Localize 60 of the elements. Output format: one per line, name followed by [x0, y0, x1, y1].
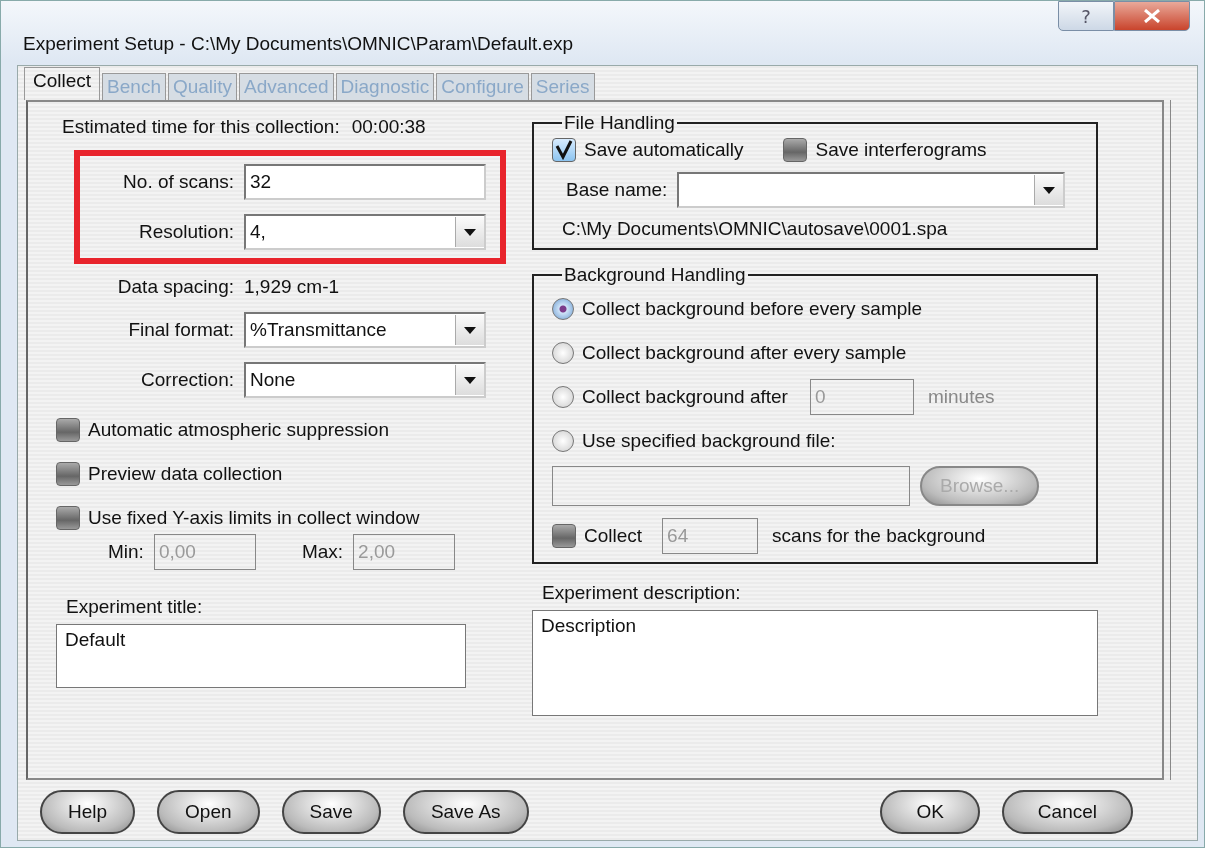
field-label: Min:: [108, 541, 144, 563]
checkbox-label: Save automatically: [584, 139, 744, 161]
checkbox-label: Automatic atmospheric suppression: [88, 419, 389, 441]
tab[interactable]: Collect: [24, 67, 101, 100]
unit-label: minutes: [927, 386, 995, 408]
dialog-button[interactable]: Open: [157, 790, 260, 834]
dialog-button[interactable]: Cancel: [1001, 790, 1133, 834]
input-field[interactable]: [552, 466, 910, 506]
dialog-button[interactable]: Save: [281, 790, 381, 834]
radio-label: Collect background after: [582, 386, 788, 408]
field-label: Resolution:: [137, 221, 235, 243]
radio-button[interactable]: [552, 298, 574, 320]
field-label: Max:: [301, 541, 344, 563]
field-label: Experiment description:: [542, 582, 742, 604]
file-path: C:\My Documents\OMNIC\autosave\0001.spa: [562, 218, 949, 240]
field-label: Final format:: [127, 319, 235, 341]
field-label: Experiment title:: [66, 596, 204, 618]
field-value: 1,929 cm-1: [244, 276, 340, 298]
dialog-button[interactable]: OK: [880, 790, 980, 834]
radio-button[interactable]: [552, 430, 574, 452]
radio-label: Collect background before every sample: [582, 298, 923, 320]
checkbox[interactable]: [56, 418, 80, 442]
estimate-label: Estimated time for this collection:: [62, 116, 340, 138]
checkbox-label: Collect: [584, 525, 643, 547]
dropdown[interactable]: 4,: [244, 214, 486, 250]
dropdown[interactable]: %Transmittance: [244, 312, 486, 348]
field-label: Base name:: [566, 179, 668, 201]
dropdown[interactable]: None: [244, 362, 486, 398]
checkbox[interactable]: [783, 138, 808, 162]
dropdown[interactable]: [677, 172, 1066, 208]
close-icon: [1143, 9, 1161, 23]
radio-label: Use specified background file:: [582, 430, 836, 452]
field-label: scans for the background: [772, 525, 986, 547]
window-title: Experiment Setup - C:\My Documents\OMNIC\Param\Default.exp: [23, 33, 574, 55]
caret-icon: [464, 326, 476, 334]
field-label: Data spacing:: [116, 276, 235, 298]
dialog-button[interactable]: Help: [40, 790, 136, 834]
text-area[interactable]: Default: [56, 624, 466, 688]
radio-button[interactable]: [552, 342, 574, 364]
checkbox[interactable]: [552, 138, 576, 162]
checkbox[interactable]: [56, 462, 80, 486]
group-title: File Handling: [563, 112, 676, 134]
field-label: Correction:: [140, 369, 235, 391]
input-field[interactable]: 32: [244, 164, 486, 200]
checkbox[interactable]: [56, 506, 80, 530]
text-area[interactable]: Description: [532, 610, 1098, 716]
radio-button[interactable]: [552, 386, 574, 408]
estimate-value: 00:00:38: [351, 116, 426, 138]
caret-icon: [464, 228, 476, 236]
caret-icon: [464, 376, 476, 384]
radio-label: Collect background after every sample: [582, 342, 907, 364]
dialog-button[interactable]: Save As: [402, 790, 529, 834]
help-button[interactable]: ?: [1058, 1, 1114, 31]
checkbox-label: Preview data collection: [88, 463, 283, 485]
checkbox-label: Use fixed Y-axis limits in collect window: [88, 507, 420, 529]
group-title: Background Handling: [563, 264, 747, 286]
close-button[interactable]: [1114, 1, 1190, 31]
caret-icon: [1043, 186, 1056, 194]
field-label: No. of scans:: [122, 171, 235, 193]
checkbox-label: Save interferograms: [815, 139, 987, 161]
